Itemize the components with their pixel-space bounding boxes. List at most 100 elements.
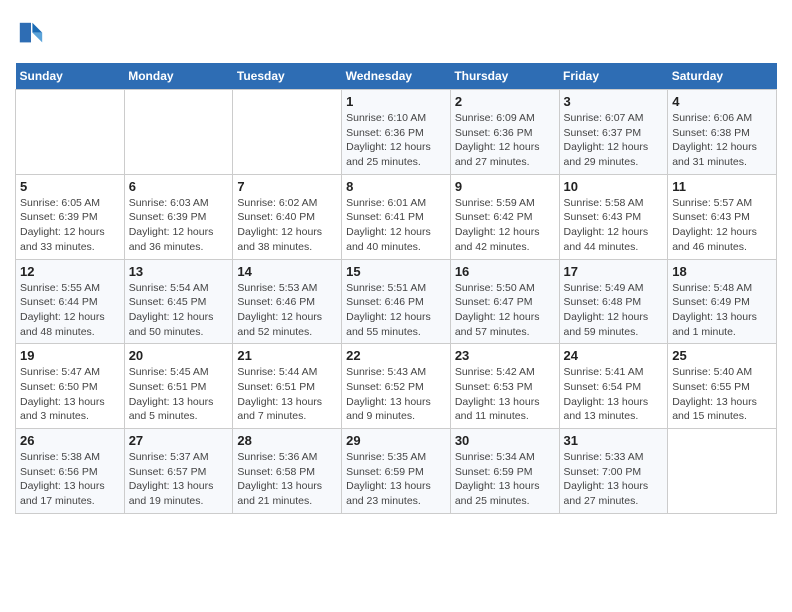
calendar-cell xyxy=(233,90,342,175)
day-number: 10 xyxy=(564,179,664,194)
day-number: 23 xyxy=(455,348,555,363)
calendar-table: SundayMondayTuesdayWednesdayThursdayFrid… xyxy=(15,63,777,514)
day-number: 14 xyxy=(237,264,337,279)
day-info: Sunrise: 5:33 AMSunset: 7:00 PMDaylight:… xyxy=(564,450,664,509)
calendar-cell: 8Sunrise: 6:01 AMSunset: 6:41 PMDaylight… xyxy=(342,174,451,259)
day-number: 25 xyxy=(672,348,772,363)
day-info: Sunrise: 5:55 AMSunset: 6:44 PMDaylight:… xyxy=(20,281,120,340)
calendar-cell: 6 Sunrise: 6:03 AMSunset: 6:39 PMDaylight… xyxy=(124,174,233,259)
calendar-cell: 5 Sunrise: 6:05 AMSunset: 6:39 PMDaylight… xyxy=(16,174,125,259)
calendar-cell: 24 Sunrise: 5:41 AMSunset: 6:54 PMDayligh… xyxy=(559,344,668,429)
calendar-cell: 26Sunrise: 5:38 AMSunset: 6:56 PMDayligh… xyxy=(16,429,125,514)
day-info: Sunrise: 5:36 AMSunset: 6:58 PMDaylight:… xyxy=(237,450,337,509)
day-number: 15 xyxy=(346,264,446,279)
day-number: 8 xyxy=(346,179,446,194)
calendar-cell xyxy=(668,429,777,514)
day-number: 4 xyxy=(672,94,772,109)
day-number: 9 xyxy=(455,179,555,194)
day-number: 3 xyxy=(564,94,664,109)
calendar-week-1: 1 Sunrise: 6:10 AMSunset: 6:36 PMDaylight… xyxy=(16,90,777,175)
day-number: 18 xyxy=(672,264,772,279)
calendar-cell: 13 Sunrise: 5:54 AMSunset: 6:45 PMDayligh… xyxy=(124,259,233,344)
calendar-cell: 10 Sunrise: 5:58 AMSunset: 6:43 PMDayligh… xyxy=(559,174,668,259)
day-info: Sunrise: 6:10 AMSunset: 6:36 PMDaylight:… xyxy=(346,111,446,170)
day-number: 27 xyxy=(129,433,229,448)
day-number: 29 xyxy=(346,433,446,448)
day-info: Sunrise: 6:07 AMSunset: 6:37 PMDaylight:… xyxy=(564,111,664,170)
day-info: Sunrise: 6:09 AMSunset: 6:36 PMDaylight:… xyxy=(455,111,555,170)
day-number: 31 xyxy=(564,433,664,448)
calendar-cell: 16 Sunrise: 5:50 AMSunset: 6:47 PMDayligh… xyxy=(450,259,559,344)
day-number: 21 xyxy=(237,348,337,363)
day-info: Sunrise: 5:37 AMSunset: 6:57 PMDaylight:… xyxy=(129,450,229,509)
calendar-cell: 4 Sunrise: 6:06 AMSunset: 6:38 PMDaylight… xyxy=(668,90,777,175)
day-number: 30 xyxy=(455,433,555,448)
day-info: Sunrise: 5:48 AMSunset: 6:49 PMDaylight:… xyxy=(672,281,772,340)
logo-icon xyxy=(17,20,45,48)
calendar-cell: 2Sunrise: 6:09 AMSunset: 6:36 PMDaylight… xyxy=(450,90,559,175)
col-header-tuesday: Tuesday xyxy=(233,63,342,90)
col-header-sunday: Sunday xyxy=(16,63,125,90)
day-info: Sunrise: 6:05 AMSunset: 6:39 PMDaylight:… xyxy=(20,196,120,255)
col-header-monday: Monday xyxy=(124,63,233,90)
day-number: 19 xyxy=(20,348,120,363)
day-number: 5 xyxy=(20,179,120,194)
day-info: Sunrise: 5:50 AMSunset: 6:47 PMDaylight:… xyxy=(455,281,555,340)
calendar-cell xyxy=(16,90,125,175)
calendar-week-2: 5 Sunrise: 6:05 AMSunset: 6:39 PMDaylight… xyxy=(16,174,777,259)
calendar-cell: 27 Sunrise: 5:37 AMSunset: 6:57 PMDayligh… xyxy=(124,429,233,514)
day-info: Sunrise: 5:44 AMSunset: 6:51 PMDaylight:… xyxy=(237,365,337,424)
calendar-week-3: 12Sunrise: 5:55 AMSunset: 6:44 PMDayligh… xyxy=(16,259,777,344)
day-number: 7 xyxy=(237,179,337,194)
day-info: Sunrise: 5:58 AMSunset: 6:43 PMDaylight:… xyxy=(564,196,664,255)
calendar-cell: 25Sunrise: 5:40 AMSunset: 6:55 PMDayligh… xyxy=(668,344,777,429)
calendar-cell: 3 Sunrise: 6:07 AMSunset: 6:37 PMDaylight… xyxy=(559,90,668,175)
day-info: Sunrise: 5:47 AMSunset: 6:50 PMDaylight:… xyxy=(20,365,120,424)
logo xyxy=(15,20,49,53)
day-info: Sunrise: 5:54 AMSunset: 6:45 PMDaylight:… xyxy=(129,281,229,340)
calendar-cell: 20Sunrise: 5:45 AMSunset: 6:51 PMDayligh… xyxy=(124,344,233,429)
day-info: Sunrise: 5:49 AMSunset: 6:48 PMDaylight:… xyxy=(564,281,664,340)
calendar-cell: 22 Sunrise: 5:43 AMSunset: 6:52 PMDayligh… xyxy=(342,344,451,429)
day-info: Sunrise: 5:57 AMSunset: 6:43 PMDaylight:… xyxy=(672,196,772,255)
day-info: Sunrise: 5:51 AMSunset: 6:46 PMDaylight:… xyxy=(346,281,446,340)
calendar-cell: 21 Sunrise: 5:44 AMSunset: 6:51 PMDayligh… xyxy=(233,344,342,429)
calendar-cell: 12Sunrise: 5:55 AMSunset: 6:44 PMDayligh… xyxy=(16,259,125,344)
col-header-thursday: Thursday xyxy=(450,63,559,90)
day-info: Sunrise: 5:42 AMSunset: 6:53 PMDaylight:… xyxy=(455,365,555,424)
calendar-cell: 15 Sunrise: 5:51 AMSunset: 6:46 PMDayligh… xyxy=(342,259,451,344)
calendar-cell xyxy=(124,90,233,175)
day-info: Sunrise: 5:43 AMSunset: 6:52 PMDaylight:… xyxy=(346,365,446,424)
day-number: 28 xyxy=(237,433,337,448)
calendar-cell: 17 Sunrise: 5:49 AMSunset: 6:48 PMDayligh… xyxy=(559,259,668,344)
day-info: Sunrise: 5:41 AMSunset: 6:54 PMDaylight:… xyxy=(564,365,664,424)
day-number: 26 xyxy=(20,433,120,448)
day-info: Sunrise: 5:34 AMSunset: 6:59 PMDaylight:… xyxy=(455,450,555,509)
day-info: Sunrise: 6:02 AMSunset: 6:40 PMDaylight:… xyxy=(237,196,337,255)
page-header xyxy=(15,15,777,53)
calendar-cell: 14 Sunrise: 5:53 AMSunset: 6:46 PMDayligh… xyxy=(233,259,342,344)
calendar-cell: 28 Sunrise: 5:36 AMSunset: 6:58 PMDayligh… xyxy=(233,429,342,514)
calendar-cell: 31 Sunrise: 5:33 AMSunset: 7:00 PMDayligh… xyxy=(559,429,668,514)
day-number: 6 xyxy=(129,179,229,194)
day-number: 22 xyxy=(346,348,446,363)
calendar-cell: 19 Sunrise: 5:47 AMSunset: 6:50 PMDayligh… xyxy=(16,344,125,429)
day-number: 16 xyxy=(455,264,555,279)
day-number: 24 xyxy=(564,348,664,363)
calendar-cell: 18 Sunrise: 5:48 AMSunset: 6:49 PMDayligh… xyxy=(668,259,777,344)
day-info: Sunrise: 5:45 AMSunset: 6:51 PMDaylight:… xyxy=(129,365,229,424)
day-number: 17 xyxy=(564,264,664,279)
day-info: Sunrise: 6:06 AMSunset: 6:38 PMDaylight:… xyxy=(672,111,772,170)
calendar-week-4: 19 Sunrise: 5:47 AMSunset: 6:50 PMDayligh… xyxy=(16,344,777,429)
calendar-cell: 23 Sunrise: 5:42 AMSunset: 6:53 PMDayligh… xyxy=(450,344,559,429)
day-number: 1 xyxy=(346,94,446,109)
col-header-saturday: Saturday xyxy=(668,63,777,90)
calendar-cell: 30 Sunrise: 5:34 AMSunset: 6:59 PMDayligh… xyxy=(450,429,559,514)
day-number: 13 xyxy=(129,264,229,279)
day-info: Sunrise: 6:03 AMSunset: 6:39 PMDaylight:… xyxy=(129,196,229,255)
col-header-friday: Friday xyxy=(559,63,668,90)
calendar-week-5: 26Sunrise: 5:38 AMSunset: 6:56 PMDayligh… xyxy=(16,429,777,514)
day-info: Sunrise: 5:59 AMSunset: 6:42 PMDaylight:… xyxy=(455,196,555,255)
calendar-cell: 1 Sunrise: 6:10 AMSunset: 6:36 PMDaylight… xyxy=(342,90,451,175)
day-info: Sunrise: 5:53 AMSunset: 6:46 PMDaylight:… xyxy=(237,281,337,340)
